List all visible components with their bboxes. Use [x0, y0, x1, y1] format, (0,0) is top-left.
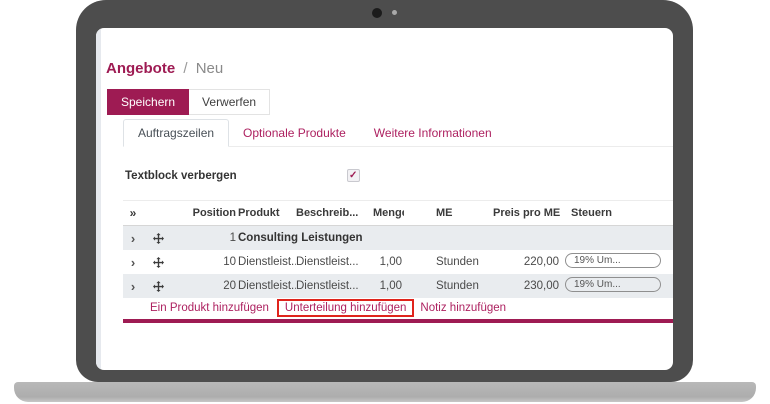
description-header[interactable]: Beschreib...	[296, 207, 373, 219]
breadcrumb-separator: /	[183, 60, 187, 77]
webcam-icon	[372, 8, 382, 18]
table-row-section[interactable]: › 1 Consulting Leistungen	[123, 226, 673, 250]
taxes-cell: 19% Um...	[561, 277, 673, 295]
add-product-link[interactable]: Ein Produkt hinzufügen	[150, 302, 269, 314]
notebook-tabs: Auftragszeilen Optionale Produkte Weiter…	[123, 120, 673, 147]
drag-handle-icon[interactable]	[143, 233, 173, 244]
uom-cell[interactable]: Stunden	[404, 280, 493, 292]
expand-row-icon[interactable]: ›	[123, 256, 143, 269]
quantity-header[interactable]: Menge	[373, 207, 404, 219]
page: Angebote / Neu Speichern Verwerfen Auftr…	[0, 0, 770, 404]
taxes-header[interactable]: Steuern	[561, 207, 673, 219]
position-cell[interactable]: 1	[173, 232, 238, 244]
hide-textblock-field: Textblock verbergen ✓	[125, 169, 360, 182]
tab-optional-products[interactable]: Optionale Produkte	[229, 120, 360, 146]
drag-handle-icon[interactable]	[143, 257, 173, 268]
uom-cell[interactable]: Stunden	[404, 256, 493, 268]
product-header[interactable]: Produkt	[238, 207, 296, 219]
uom-header[interactable]: ME	[404, 207, 493, 219]
discard-button[interactable]: Verwerfen	[189, 89, 270, 115]
tab-order-lines[interactable]: Auftragszeilen	[123, 119, 229, 147]
section-name-cell[interactable]: Consulting Leistungen	[238, 232, 673, 244]
highlight-box: Unterteilung hinzufügen	[277, 299, 414, 317]
expand-row-icon[interactable]: ›	[123, 280, 143, 293]
table-bottom-rule	[123, 319, 673, 323]
webcam-led-icon	[392, 10, 397, 15]
taxes-cell: 19% Um...	[561, 253, 673, 271]
breadcrumb-section[interactable]: Angebote	[106, 60, 175, 77]
hide-textblock-label: Textblock verbergen	[125, 170, 237, 182]
hide-textblock-checkbox[interactable]: ✓	[347, 169, 360, 182]
price-header[interactable]: Preis pro ME...	[493, 207, 561, 219]
add-note-link[interactable]: Notiz hinzufügen	[420, 302, 506, 314]
price-cell[interactable]: 220,00	[493, 256, 561, 268]
tab-other-info[interactable]: Weitere Informationen	[360, 120, 506, 146]
add-section-link[interactable]: Unterteilung hinzufügen	[285, 302, 406, 314]
position-header[interactable]: Position	[173, 207, 238, 219]
breadcrumb: Angebote / Neu	[106, 60, 223, 77]
product-cell[interactable]: Dienstleist...	[238, 280, 296, 292]
screen: Angebote / Neu Speichern Verwerfen Auftr…	[96, 28, 673, 370]
breadcrumb-current: Neu	[196, 60, 224, 77]
drag-handle-icon[interactable]	[143, 281, 173, 292]
expand-all-header[interactable]: »	[123, 206, 143, 220]
table-header-row: » Position Produkt Beschreib... Menge ME…	[123, 200, 673, 226]
screen-left-edge	[96, 28, 101, 370]
description-cell[interactable]: Dienstleist...	[296, 280, 373, 292]
tax-tag[interactable]: 19% Um...	[565, 277, 661, 292]
order-lines-table: » Position Produkt Beschreib... Menge ME…	[123, 200, 673, 298]
quantity-cell[interactable]: 1,00	[373, 256, 404, 268]
table-row[interactable]: › 20 Dienstleist... Dienstleist... 1,00 …	[123, 274, 673, 298]
save-button[interactable]: Speichern	[107, 89, 189, 115]
table-row[interactable]: › 10 Dienstleist... Dienstleist... 1,00 …	[123, 250, 673, 274]
quantity-cell[interactable]: 1,00	[373, 280, 404, 292]
tax-tag[interactable]: 19% Um...	[565, 253, 661, 268]
table-footer-links: Ein Produkt hinzufügen Unterteilung hinz…	[123, 298, 506, 318]
expand-row-icon[interactable]: ›	[123, 232, 143, 245]
position-cell[interactable]: 20	[173, 280, 238, 292]
laptop-base	[14, 382, 756, 402]
position-cell[interactable]: 10	[173, 256, 238, 268]
action-buttons: Speichern Verwerfen	[107, 89, 270, 115]
price-cell[interactable]: 230,00	[493, 280, 561, 292]
description-cell[interactable]: Dienstleist...	[296, 256, 373, 268]
product-cell[interactable]: Dienstleist...	[238, 256, 296, 268]
